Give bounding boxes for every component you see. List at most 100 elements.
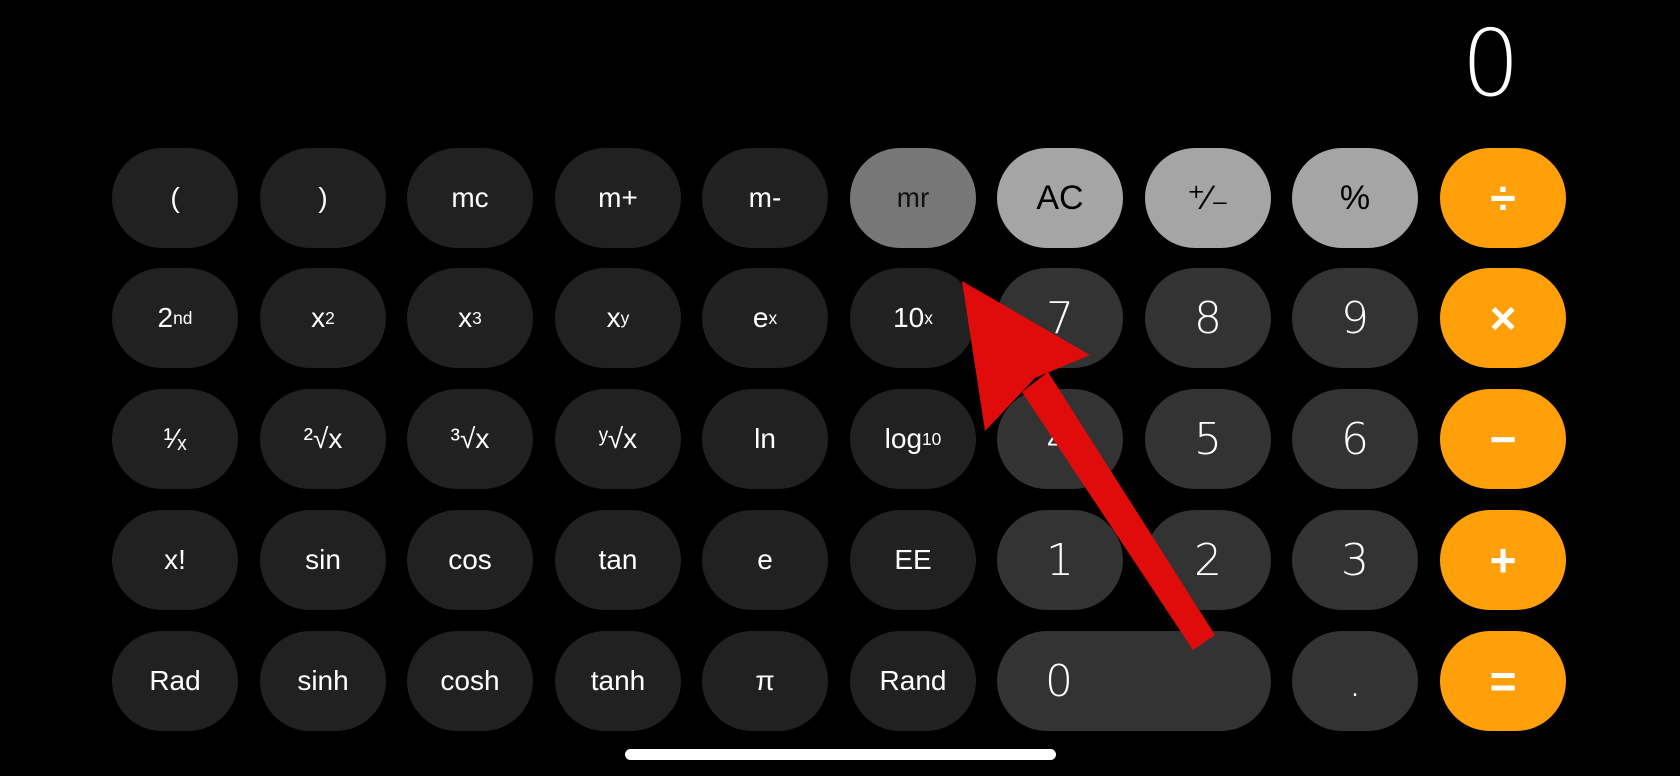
- rand-button[interactable]: Rand: [850, 631, 976, 731]
- log10-button[interactable]: log 10: [850, 389, 976, 489]
- m-minus-button[interactable]: m-: [702, 148, 828, 248]
- multiply-button[interactable]: ×: [1440, 268, 1566, 368]
- log10-label: log: [884, 423, 923, 454]
- open-paren-button[interactable]: (: [112, 148, 238, 248]
- e-power-x-button[interactable]: ex: [702, 268, 828, 368]
- cube-root-button[interactable]: ³√x: [407, 389, 533, 489]
- ac-label: AC: [1036, 178, 1084, 217]
- mr-label: mr: [896, 182, 930, 213]
- digit-0-button[interactable]: 0: [997, 631, 1271, 731]
- digit-0-label: 0: [1045, 655, 1073, 707]
- square-root-label: ²√x: [303, 423, 343, 454]
- decimal-button[interactable]: .: [1292, 631, 1418, 731]
- result-display: 0: [1461, 10, 1520, 117]
- m-minus-label: m-: [748, 182, 782, 213]
- digit-6-button[interactable]: 6: [1292, 389, 1418, 489]
- reciprocal-button[interactable]: ¹∕ₓ: [112, 389, 238, 489]
- percent-label: %: [1339, 178, 1371, 217]
- sinh-button[interactable]: sinh: [260, 631, 386, 731]
- decimal-label: .: [1348, 655, 1362, 707]
- ln-button[interactable]: ln: [702, 389, 828, 489]
- second-button[interactable]: 2nd: [112, 268, 238, 368]
- x-squared-button[interactable]: x2: [260, 268, 386, 368]
- digit-9-label: 9: [1341, 292, 1369, 344]
- y-root-label: ʸ√x: [598, 423, 638, 454]
- digit-1-label: 1: [1046, 534, 1074, 586]
- add-label: +: [1489, 534, 1517, 586]
- mc-button[interactable]: mc: [407, 148, 533, 248]
- ten-power-x-label: 10: [893, 302, 925, 333]
- rad-button[interactable]: Rad: [112, 631, 238, 731]
- cube-root-label: ³√x: [450, 423, 490, 454]
- cos-button[interactable]: cos: [407, 510, 533, 610]
- tanh-button[interactable]: tanh: [555, 631, 681, 731]
- pi-label: π: [755, 665, 775, 696]
- digit-7-label: 7: [1046, 292, 1074, 344]
- digit-1-button[interactable]: 1: [997, 510, 1123, 610]
- sin-label: sin: [305, 544, 341, 575]
- digit-2-label: 2: [1194, 534, 1222, 586]
- reciprocal-label: ¹∕ₓ: [163, 423, 187, 454]
- mc-label: mc: [451, 182, 489, 213]
- digit-6-label: 6: [1341, 413, 1369, 465]
- digit-3-label: 3: [1341, 534, 1369, 586]
- digit-5-label: 5: [1194, 413, 1222, 465]
- ee-button[interactable]: EE: [850, 510, 976, 610]
- ln-label: ln: [754, 423, 776, 454]
- tan-button[interactable]: tan: [555, 510, 681, 610]
- x-power-y-label: x: [606, 302, 621, 333]
- x-power-y-button[interactable]: xy: [555, 268, 681, 368]
- x-cubed-label: x: [458, 302, 473, 333]
- second-label: 2: [157, 302, 174, 333]
- e-label: e: [757, 544, 773, 575]
- tanh-label: tanh: [590, 665, 646, 696]
- digit-7-button[interactable]: 7: [997, 268, 1123, 368]
- add-button[interactable]: +: [1440, 510, 1566, 610]
- sin-button[interactable]: sin: [260, 510, 386, 610]
- factorial-label: x!: [164, 544, 186, 575]
- open-paren-label: (: [170, 182, 180, 213]
- m-plus-label: m+: [598, 182, 638, 213]
- cos-label: cos: [448, 544, 492, 575]
- ac-button[interactable]: AC: [997, 148, 1123, 248]
- ten-power-x-button[interactable]: 10 x: [850, 268, 976, 368]
- e-button[interactable]: e: [702, 510, 828, 610]
- e-power-x-label: e: [752, 302, 769, 333]
- m-plus-button[interactable]: m+: [555, 148, 681, 248]
- sinh-label: sinh: [297, 665, 349, 696]
- digit-9-button[interactable]: 9: [1292, 268, 1418, 368]
- close-paren-button[interactable]: ): [260, 148, 386, 248]
- ee-label: EE: [894, 544, 932, 575]
- equals-label: =: [1489, 655, 1517, 707]
- home-indicator[interactable]: [625, 749, 1056, 760]
- digit-2-button[interactable]: 2: [1145, 510, 1271, 610]
- cosh-button[interactable]: cosh: [407, 631, 533, 731]
- square-root-button[interactable]: ²√x: [260, 389, 386, 489]
- subtract-label: −: [1489, 413, 1517, 465]
- pi-button[interactable]: π: [702, 631, 828, 731]
- plus-minus-button[interactable]: ⁺∕₋: [1145, 148, 1271, 248]
- equals-button[interactable]: =: [1440, 631, 1566, 731]
- rand-label: Rand: [879, 665, 947, 696]
- digit-4-button[interactable]: 4: [997, 389, 1123, 489]
- digit-8-label: 8: [1194, 292, 1222, 344]
- rad-label: Rad: [149, 665, 201, 696]
- y-root-button[interactable]: ʸ√x: [555, 389, 681, 489]
- factorial-button[interactable]: x!: [112, 510, 238, 610]
- subtract-button[interactable]: −: [1440, 389, 1566, 489]
- mr-button[interactable]: mr: [850, 148, 976, 248]
- digit-3-button[interactable]: 3: [1292, 510, 1418, 610]
- digit-8-button[interactable]: 8: [1145, 268, 1271, 368]
- cosh-label: cosh: [440, 665, 500, 696]
- percent-button[interactable]: %: [1292, 148, 1418, 248]
- close-paren-label: ): [318, 182, 328, 213]
- x-squared-label: x: [311, 302, 326, 333]
- plus-minus-label: ⁺∕₋: [1187, 179, 1229, 217]
- annotation-arrow-icon: [962, 281, 1215, 650]
- divide-button[interactable]: ÷: [1440, 148, 1566, 248]
- multiply-label: ×: [1489, 292, 1517, 344]
- divide-label: ÷: [1490, 172, 1516, 224]
- x-cubed-button[interactable]: x3: [407, 268, 533, 368]
- digit-5-button[interactable]: 5: [1145, 389, 1271, 489]
- tan-label: tan: [598, 544, 638, 575]
